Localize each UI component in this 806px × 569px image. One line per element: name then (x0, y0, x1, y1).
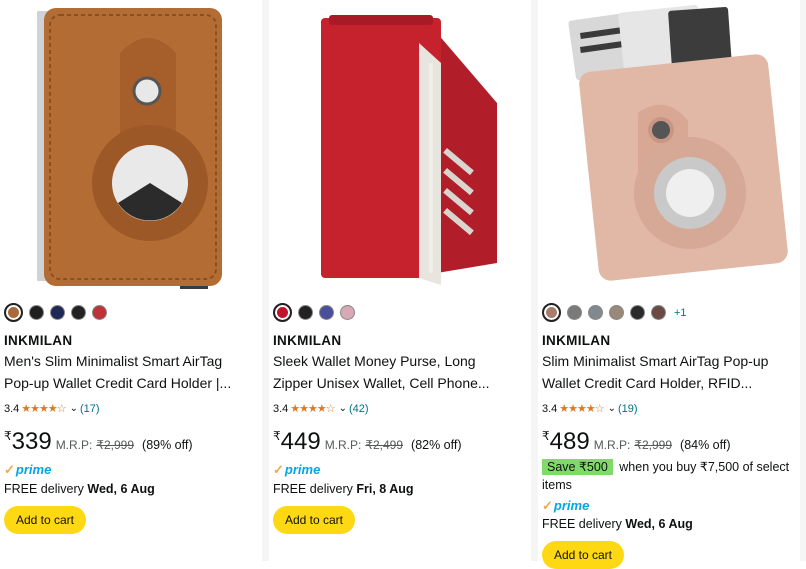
brand-name: INKMILAN (273, 333, 342, 348)
delivery-info: FREE delivery Fri, 8 Aug (273, 482, 414, 496)
prime-check-icon: ✓ (542, 498, 553, 513)
price-row: ₹ 339 M.R.P: ₹2,999 (89% off) (4, 428, 193, 456)
review-count[interactable]: (17) (80, 403, 100, 415)
chevron-down-icon[interactable]: ⌄ (70, 403, 78, 414)
price-amount[interactable]: 339 (12, 428, 52, 456)
rating-value: 3.4 (542, 402, 558, 415)
price-amount[interactable]: 449 (281, 428, 321, 456)
save-badge: Save ₹500 (542, 459, 613, 475)
rating-row: 3.4 ★★★★☆ ⌄ (19) (542, 402, 638, 416)
prime-badge: ✓prime (542, 498, 590, 513)
color-swatch[interactable] (298, 305, 313, 320)
discount-percent: (84% off) (680, 438, 731, 452)
rating-row: 3.4 ★★★★☆ ⌄ (42) (273, 402, 369, 416)
add-to-cart-button[interactable]: Add to cart (4, 506, 86, 534)
column-gap (800, 0, 806, 561)
chevron-down-icon[interactable]: ⌄ (608, 403, 616, 414)
mrp-label: M.R.P: (55, 438, 93, 452)
color-swatches (273, 303, 355, 322)
prime-badge: ✓prime (4, 462, 52, 477)
product-image[interactable] (538, 3, 800, 293)
price-row: ₹ 449 M.R.P: ₹2,499 (82% off) (273, 428, 462, 456)
product-title[interactable]: Slim Minimalist Smart AirTag Pop-up Wall… (542, 350, 798, 394)
delivery-info: FREE delivery Wed, 6 Aug (542, 517, 693, 531)
add-to-cart-button[interactable]: Add to cart (273, 506, 355, 534)
product-title[interactable]: Men's Slim Minimalist Smart AirTag Pop-u… (4, 350, 260, 394)
more-colors-link[interactable]: +1 (674, 307, 687, 319)
mrp-value: ₹2,999 (96, 438, 135, 452)
product-card: INKMILAN Sleek Wallet Money Purse, Long … (269, 0, 531, 561)
color-swatch[interactable] (4, 303, 23, 322)
color-swatches: +1 (542, 303, 687, 322)
rating-value: 3.4 (273, 402, 289, 415)
mrp-value: ₹2,499 (365, 438, 404, 452)
product-grid: INKMILAN Men's Slim Minimalist Smart Air… (0, 0, 806, 569)
color-swatch[interactable] (29, 305, 44, 320)
color-swatches (4, 303, 107, 322)
mrp-label: M.R.P: (324, 438, 362, 452)
price-row: ₹ 489 M.R.P: ₹2,999 (84% off) (542, 428, 731, 456)
color-swatch[interactable] (50, 305, 65, 320)
color-swatch[interactable] (273, 303, 292, 322)
color-swatch[interactable] (588, 305, 603, 320)
product-card: INKMILAN Men's Slim Minimalist Smart Air… (0, 0, 262, 561)
prime-check-icon: ✓ (4, 462, 15, 477)
brand-name: INKMILAN (542, 333, 611, 348)
star-rating-icon[interactable]: ★★★★☆ (21, 402, 66, 415)
brown-airtag-wallet-icon (0, 3, 262, 293)
discount-percent: (89% off) (142, 438, 193, 452)
currency-symbol: ₹ (273, 429, 281, 443)
color-swatch[interactable] (630, 305, 645, 320)
column-gap (531, 0, 538, 561)
delivery-info: FREE delivery Wed, 6 Aug (4, 482, 155, 496)
rating-value: 3.4 (4, 402, 20, 415)
color-swatch[interactable] (542, 303, 561, 322)
add-to-cart-button[interactable]: Add to cart (542, 541, 624, 569)
color-swatch[interactable] (609, 305, 624, 320)
product-image[interactable] (269, 3, 531, 293)
prime-check-icon: ✓ (273, 462, 284, 477)
brand-name: INKMILAN (4, 333, 73, 348)
color-swatch[interactable] (71, 305, 86, 320)
review-count[interactable]: (19) (618, 403, 638, 415)
prime-badge: ✓prime (273, 462, 321, 477)
currency-symbol: ₹ (542, 429, 550, 443)
review-count[interactable]: (42) (349, 403, 369, 415)
column-gap (262, 0, 269, 561)
price-amount[interactable]: 489 (550, 428, 590, 456)
chevron-down-icon[interactable]: ⌄ (339, 403, 347, 414)
rating-row: 3.4 ★★★★☆ ⌄ (17) (4, 402, 100, 416)
color-swatch[interactable] (651, 305, 666, 320)
color-swatch[interactable] (92, 305, 107, 320)
color-swatch[interactable] (340, 305, 355, 320)
color-swatch[interactable] (319, 305, 334, 320)
mrp-label: M.R.P: (593, 438, 631, 452)
product-title[interactable]: Sleek Wallet Money Purse, Long Zipper Un… (273, 350, 529, 394)
product-card: +1 INKMILAN Slim Minimalist Smart AirTag… (538, 0, 800, 569)
product-image[interactable] (0, 3, 262, 293)
discount-percent: (82% off) (411, 438, 462, 452)
color-swatch[interactable] (567, 305, 582, 320)
save-offer: Save ₹500 when you buy ₹7,500 of select … (542, 458, 792, 494)
pink-airtag-wallet-icon (538, 3, 800, 293)
mrp-value: ₹2,999 (634, 438, 673, 452)
currency-symbol: ₹ (4, 429, 12, 443)
star-rating-icon[interactable]: ★★★★☆ (290, 402, 335, 415)
star-rating-icon[interactable]: ★★★★☆ (559, 402, 604, 415)
red-long-wallet-icon (269, 3, 531, 293)
